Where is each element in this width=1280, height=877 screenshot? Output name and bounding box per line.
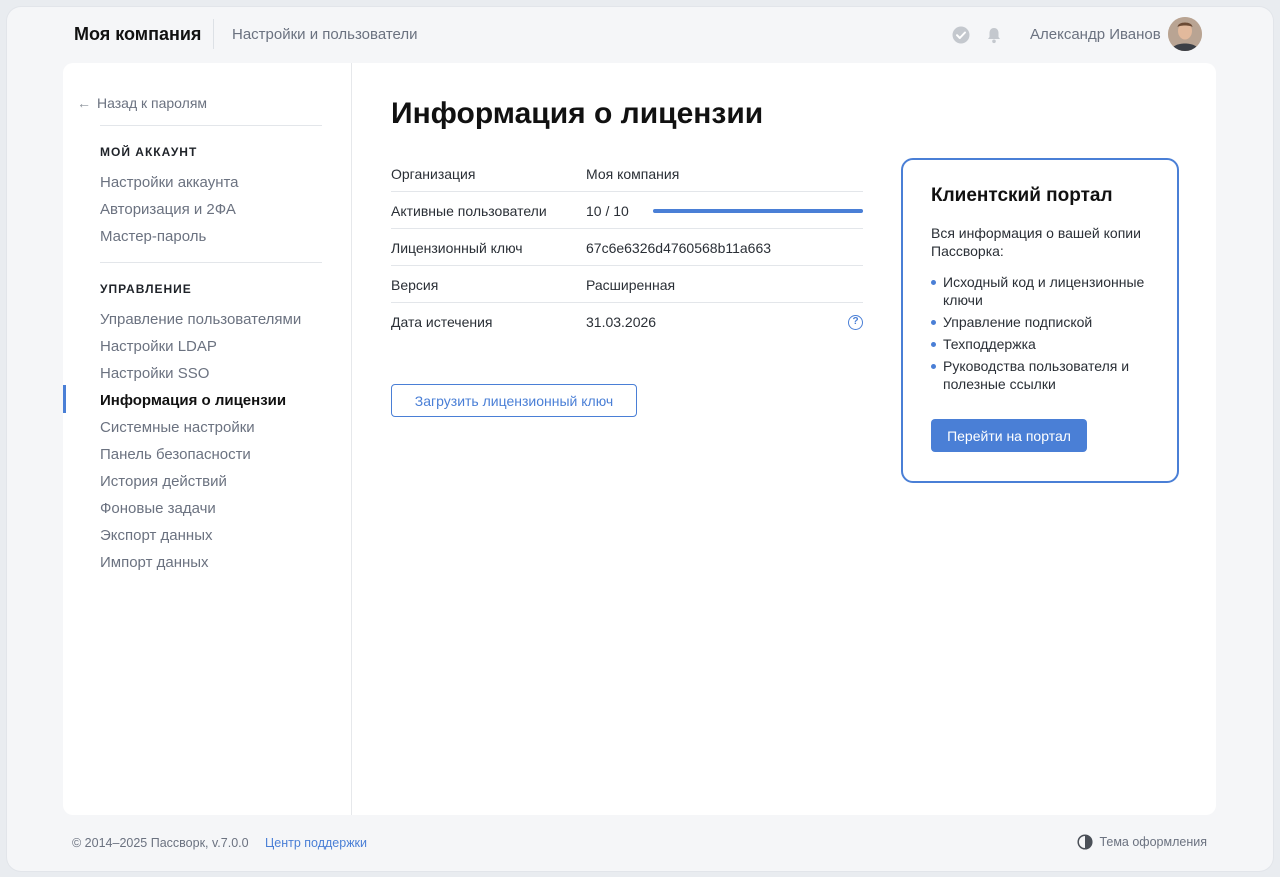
- breadcrumb: Настройки и пользователи: [232, 26, 418, 43]
- sidebar-divider: [100, 125, 322, 126]
- list-item: Руководства пользователя и полезные ссыл…: [931, 357, 1166, 393]
- back-to-passwords-link[interactable]: ← Назад к паролям: [77, 95, 207, 111]
- bullet-dot: [931, 280, 936, 285]
- sidebar-item-security-panel[interactable]: Панель безопасности: [100, 446, 251, 463]
- header-divider: [213, 19, 214, 49]
- sidebar-item-system-settings[interactable]: Системные настройки: [100, 419, 255, 436]
- row-value[interactable]: 67c6e6326d4760568b11a663: [586, 240, 771, 256]
- row-label: Лицензионный ключ: [391, 240, 523, 256]
- portal-description: Вся информация о вашей копии Пассворка:: [931, 225, 1141, 259]
- portal-feature-list: Исходный код и лицензионные ключи Управл…: [931, 273, 1166, 397]
- list-item-text: Управление подпиской: [943, 314, 1093, 330]
- table-row: Лицензионный ключ 67c6e6326d4760568b11a6…: [391, 229, 863, 266]
- row-value: 10 / 10: [586, 203, 629, 219]
- table-row: Дата истечения 31.03.2026 ?: [391, 303, 863, 340]
- sidebar-item-auth-2fa[interactable]: Авторизация и 2ФА: [100, 201, 236, 218]
- row-value: Моя компания: [586, 166, 680, 182]
- top-header: Моя компания Настройки и пользователи Ал…: [7, 7, 1273, 63]
- row-label: Организация: [391, 166, 476, 182]
- brand-name[interactable]: Моя компания: [74, 24, 201, 45]
- user-name[interactable]: Александр Иванов: [1030, 26, 1161, 43]
- upload-license-key-button[interactable]: Загрузить лицензионный ключ: [391, 384, 637, 417]
- sidebar-item-background-tasks[interactable]: Фоновые задачи: [100, 500, 216, 517]
- check-circle-icon[interactable]: [952, 26, 970, 44]
- list-item-text: Техподдержка: [943, 336, 1036, 352]
- portal-title: Клиентский портал: [931, 185, 1113, 206]
- list-item-text: Исходный код и лицензионные ключи: [943, 274, 1145, 308]
- sidebar-item-master-password[interactable]: Мастер-пароль: [100, 228, 206, 245]
- avatar[interactable]: [1168, 17, 1202, 51]
- table-row: Версия Расширенная: [391, 266, 863, 303]
- support-center-link[interactable]: Центр поддержки: [265, 836, 367, 850]
- sidebar-divider: [100, 262, 322, 263]
- arrow-left-icon: ←: [77, 95, 91, 111]
- half-circle-icon: [1077, 834, 1094, 850]
- row-label: Активные пользователи: [391, 203, 547, 219]
- license-info-table: Организация Моя компания Активные пользо…: [391, 155, 863, 340]
- row-label: Дата истечения: [391, 314, 493, 330]
- list-item: Управление подпиской: [931, 313, 1166, 331]
- list-item-text: Руководства пользователя и полезные ссыл…: [943, 358, 1130, 392]
- go-to-portal-button[interactable]: Перейти на портал: [931, 419, 1087, 452]
- table-row: Организация Моя компания: [391, 155, 863, 192]
- sidebar-item-user-management[interactable]: Управление пользователями: [100, 311, 301, 328]
- bullet-dot: [931, 320, 936, 325]
- sidebar-item-data-export[interactable]: Экспорт данных: [100, 527, 212, 544]
- row-value: 31.03.2026: [586, 314, 657, 330]
- section-my-account: МОЙ АККАУНТ: [100, 145, 198, 159]
- sidebar-item-ldap[interactable]: Настройки LDAP: [100, 338, 217, 355]
- sidebar: ← Назад к паролям МОЙ АККАУНТ Настройки …: [63, 63, 352, 815]
- row-value: Расширенная: [586, 277, 676, 293]
- sidebar-item-sso[interactable]: Настройки SSO: [100, 365, 209, 382]
- row-label: Версия: [391, 277, 439, 293]
- table-row: Активные пользователи 10 / 10: [391, 192, 863, 229]
- bell-icon[interactable]: [985, 26, 1003, 44]
- bullet-dot: [931, 342, 936, 347]
- page-title: Информация о лицензии: [391, 97, 764, 130]
- section-management: УПРАВЛЕНИЕ: [100, 282, 192, 296]
- theme-label: Тема оформления: [1099, 835, 1207, 849]
- active-indicator: [63, 385, 66, 413]
- avatar-image: [1168, 17, 1202, 51]
- theme-toggle[interactable]: Тема оформления: [1077, 834, 1207, 850]
- client-portal-box: Клиентский портал Вся информация о вашей…: [901, 158, 1179, 483]
- sidebar-item-activity-history[interactable]: История действий: [100, 473, 227, 490]
- main-content: Информация о лицензии Организация Моя ко…: [353, 63, 1216, 815]
- footer-copyright: © 2014–2025 Пассворк, v.7.0.0: [72, 836, 249, 850]
- content-card: ← Назад к паролям МОЙ АККАУНТ Настройки …: [63, 63, 1216, 815]
- list-item: Техподдержка: [931, 335, 1166, 353]
- help-icon[interactable]: ?: [848, 315, 863, 330]
- sidebar-item-data-import[interactable]: Импорт данных: [100, 554, 209, 571]
- sidebar-item-account-settings[interactable]: Настройки аккаунта: [100, 174, 239, 191]
- active-users-progress: [653, 209, 863, 213]
- app-window: Моя компания Настройки и пользователи Ал…: [7, 7, 1273, 871]
- progress-fill: [653, 209, 863, 213]
- list-item: Исходный код и лицензионные ключи: [931, 273, 1166, 309]
- bullet-dot: [931, 364, 936, 369]
- sidebar-item-license-info[interactable]: Информация о лицензии: [100, 392, 286, 409]
- back-link-label: Назад к паролям: [97, 95, 208, 111]
